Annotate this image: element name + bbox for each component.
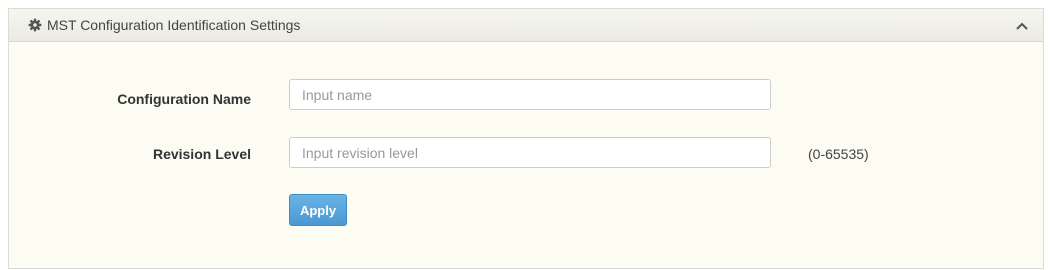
revision-level-label: Revision Level [152, 146, 251, 162]
gear-icon [28, 18, 42, 32]
revision-level-range-hint: (0-65535) [808, 146, 869, 162]
configuration-name-label: Configuration Name [117, 91, 251, 107]
panel-title: MST Configuration Identification Setting… [47, 17, 301, 33]
apply-button[interactable]: Apply [289, 194, 347, 226]
configuration-name-input[interactable] [289, 79, 771, 110]
chevron-up-icon[interactable] [1015, 20, 1029, 32]
panel-header[interactable]: MST Configuration Identification Setting… [9, 9, 1043, 42]
revision-level-input[interactable] [289, 137, 771, 168]
mst-config-panel: MST Configuration Identification Setting… [8, 8, 1044, 269]
